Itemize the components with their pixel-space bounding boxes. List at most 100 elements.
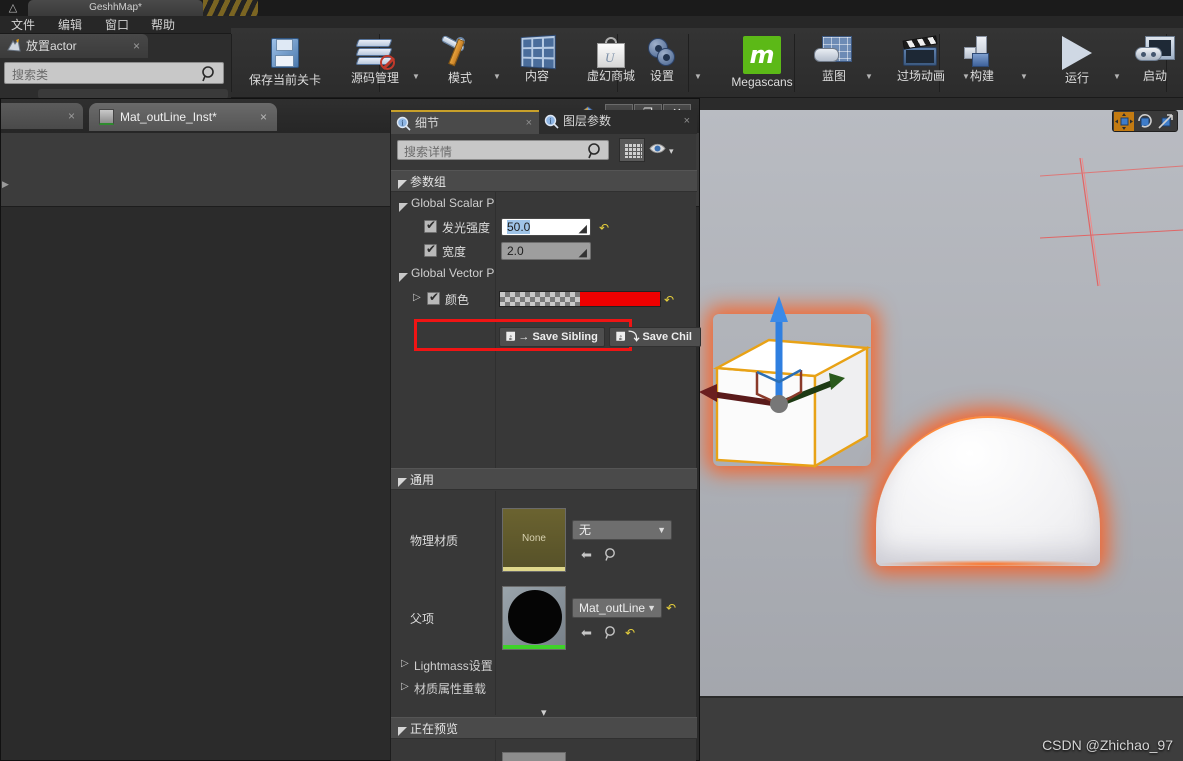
save-child-icon: 🖪: [616, 331, 626, 343]
reset-arrow-icon[interactable]: ↶: [664, 294, 674, 306]
toolbar-content-browser[interactable]: 内容: [505, 32, 569, 94]
param-emissive-value-input[interactable]: 50.0 ◢: [501, 218, 591, 236]
reset-arrow-icon[interactable]: ↶: [625, 627, 635, 639]
category-general[interactable]: 通用: [391, 468, 697, 490]
spinner-drag-icon[interactable]: ◢: [579, 245, 587, 262]
toolbar-settings-label: 设置: [649, 69, 674, 83]
lightmass-expand-icon[interactable]: ▷: [401, 658, 409, 669]
toolbar-blueprints[interactable]: 蓝图: [803, 32, 865, 94]
tab-layer-parameters-close-icon[interactable]: ×: [684, 110, 690, 133]
details-search-input[interactable]: 搜索详情: [397, 140, 609, 160]
tab-details-close-icon[interactable]: ×: [526, 112, 532, 135]
toolbar-megascans-label: Megascans: [731, 75, 793, 89]
browse-magnifier-icon[interactable]: [604, 625, 618, 642]
thumbnail-type-bar: [503, 645, 565, 649]
param-width-checkbox[interactable]: [424, 242, 437, 257]
chevron-down-icon[interactable]: ▼: [657, 521, 666, 540]
source-control-chevron-down-icon[interactable]: ▼: [412, 72, 420, 81]
material-preview-viewport[interactable]: CSDN @Zhichao_97: [700, 98, 1183, 761]
physical-material-label: 物理材质: [410, 534, 459, 548]
tab-mat-outline-inst-close-icon[interactable]: ×: [260, 103, 267, 131]
row-parent-material[interactable]: 父项 Mat_outLine ▼ ↶ ⬅ ↶: [391, 580, 697, 652]
save-child-button[interactable]: 🖪 ⤵ Save Chil: [609, 327, 701, 347]
param-row-width[interactable]: 宽度 2.0 ◢: [391, 239, 697, 263]
thumbnail-type-bar: [503, 567, 565, 571]
color-expand-icon[interactable]: ▷: [413, 292, 421, 303]
back-arrow-icon[interactable]: ⬅: [581, 548, 592, 561]
place-actors-panel: 放置actor × 搜索类: [0, 34, 231, 99]
play-chevron-down-icon[interactable]: ▼: [1113, 72, 1121, 81]
browse-magnifier-icon[interactable]: [604, 547, 618, 564]
tab-mat-outline-inst[interactable]: Mat_outLine_Inst* ×: [89, 103, 277, 131]
twirl-down-icon[interactable]: [398, 723, 407, 741]
tab-background-asset-close-icon[interactable]: ×: [68, 103, 75, 129]
toolbar-megascans[interactable]: m Megascans: [707, 32, 817, 94]
toolbar-overflow-icon[interactable]: ▶: [2, 179, 9, 190]
save-sibling-button[interactable]: 🖪 → Save Sibling: [499, 327, 605, 347]
row-material-property-overrides[interactable]: ▷ 材质属性重载: [391, 677, 697, 701]
reset-arrow-icon[interactable]: ↶: [599, 222, 609, 234]
modes-chevron-down-icon[interactable]: ▼: [493, 72, 501, 81]
subcategory-global-vector[interactable]: Global Vector P: [391, 263, 697, 287]
menu-help[interactable]: 帮助: [146, 16, 180, 34]
spinner-drag-icon[interactable]: ◢: [579, 221, 587, 238]
toolbar-settings[interactable]: 设置: [629, 32, 695, 94]
param-row-color[interactable]: ▷ 颜色 ↶: [391, 288, 697, 312]
chevron-down-icon[interactable]: ▼: [647, 599, 656, 618]
param-emissive-checkbox[interactable]: [424, 218, 437, 233]
build-chevron-down-icon[interactable]: ▼: [1020, 72, 1028, 81]
toolbar-save-current-level[interactable]: 保存当前关卡: [237, 32, 333, 94]
twirl-down-icon[interactable]: [398, 474, 407, 492]
eye-chevron-down-icon[interactable]: ▾: [669, 146, 674, 157]
toolbar-modes[interactable]: 模式: [427, 32, 493, 94]
watermark: CSDN @Zhichao_97: [1042, 737, 1173, 753]
parent-material-thumbnail[interactable]: [502, 586, 566, 650]
back-arrow-icon[interactable]: ⬅: [581, 626, 592, 639]
eye-visibility-icon[interactable]: [649, 142, 666, 160]
parent-material-combo[interactable]: Mat_outLine ▼: [572, 598, 662, 618]
material-overrides-expand-icon[interactable]: ▷: [401, 681, 409, 692]
menu-edit[interactable]: 编辑: [53, 16, 87, 34]
category-previewing[interactable]: 正在预览: [391, 717, 697, 739]
selected-cube-mesh[interactable]: [700, 296, 872, 475]
param-width-value-input[interactable]: 2.0 ◢: [501, 242, 591, 260]
category-param-groups[interactable]: 参数组: [391, 170, 697, 192]
tab-background-asset[interactable]: * ×: [1, 103, 83, 129]
toolbar-play[interactable]: 运行: [1037, 32, 1117, 94]
project-tab[interactable]: GeshhMap*: [28, 0, 203, 16]
physical-material-thumbnail[interactable]: None: [502, 508, 566, 572]
scene-guide-lines: [1040, 158, 1183, 287]
param-color-checkbox[interactable]: [427, 290, 440, 305]
menu-file[interactable]: 文件: [6, 16, 40, 34]
reset-arrow-icon[interactable]: ↶: [666, 602, 676, 614]
physical-material-thumb-label: None: [522, 533, 546, 544]
toolbar-launch[interactable]: 启动: [1125, 32, 1183, 94]
blueprint-chevron-down-icon[interactable]: ▼: [865, 72, 873, 81]
material-instance-icon: [99, 109, 114, 125]
transform-gizmo[interactable]: [700, 272, 873, 452]
tab-place-actor[interactable]: 放置actor ×: [0, 34, 148, 58]
menu-window[interactable]: 窗口: [100, 16, 134, 34]
param-row-emissive-strength[interactable]: 发光强度 50.0 ◢ ↶: [391, 215, 697, 239]
search-class-input[interactable]: 搜索类: [4, 62, 224, 84]
twirl-down-icon[interactable]: [399, 269, 408, 287]
tab-place-actor-close-icon[interactable]: ×: [133, 34, 140, 58]
toolbar-build-label: 构建: [969, 69, 994, 83]
param-color-swatch[interactable]: [499, 291, 661, 307]
subcategory-global-scalar[interactable]: Global Scalar P: [391, 193, 697, 217]
grid-view-icon[interactable]: [619, 138, 645, 162]
dome-ground-contact-glow: [876, 560, 1100, 568]
tab-details[interactable]: i 细节 ×: [391, 110, 539, 134]
previewing-thumbnail[interactable]: [502, 752, 566, 761]
row-lightmass-settings[interactable]: ▷ Lightmass设置: [391, 654, 697, 678]
row-physical-material[interactable]: 物理材质 None 无 ▼ ⬅: [391, 502, 697, 574]
toolbar-build[interactable]: 构建: [949, 32, 1015, 94]
translate-gizmo-button[interactable]: [1114, 112, 1134, 131]
toolbar-source-control[interactable]: 源码管理: [335, 32, 415, 94]
twirl-down-icon[interactable]: [398, 176, 407, 194]
physical-material-combo[interactable]: 无 ▼: [572, 520, 672, 540]
settings-chevron-down-icon[interactable]: ▼: [694, 72, 702, 81]
scale-gizmo-button[interactable]: [1156, 112, 1176, 131]
tab-layer-parameters[interactable]: i 图层参数 ×: [539, 110, 697, 134]
rotate-gizmo-button[interactable]: [1135, 112, 1155, 131]
